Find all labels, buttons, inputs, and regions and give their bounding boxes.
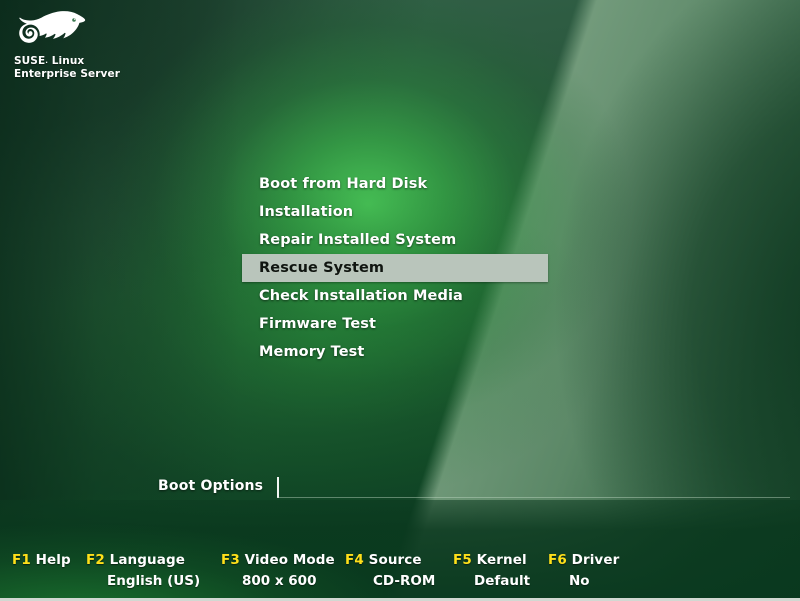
boot-options-text-cursor (277, 477, 279, 498)
fkey-f3-label: F3 (221, 552, 240, 568)
boot-options-label: Boot Options (158, 478, 264, 494)
fkey-f3-value: 800 x 600 (242, 573, 317, 589)
suse-logo: SUSE. Linux Enterprise Server (14, 8, 144, 80)
fkey-f2-label: F2 (86, 552, 105, 568)
menu-item-boot-from-hard-disk[interactable]: Boot from Hard Disk (242, 170, 548, 198)
fkey-f3-name: Video Mode (244, 552, 335, 568)
menu-item-firmware-test[interactable]: Firmware Test (242, 310, 548, 338)
fkey-f4-source[interactable]: F4 Source (345, 552, 422, 568)
fkey-f5-value: Default (474, 573, 531, 589)
logo-line-1b: Linux (48, 55, 85, 67)
fkey-f1-name: Help (35, 552, 71, 568)
fkey-f5-label: F5 (453, 552, 472, 568)
fkey-f6-value: No (569, 573, 590, 589)
boot-screen: SUSE. Linux Enterprise Server Boot from … (0, 0, 800, 601)
logo-line-2: Enterprise Server (14, 67, 120, 80)
menu-item-installation[interactable]: Installation (242, 198, 548, 226)
fkey-f1-label: F1 (12, 552, 31, 568)
fkey-f2-name: Language (109, 552, 185, 568)
menu-item-check-installation-media[interactable]: Check Installation Media (242, 282, 548, 310)
fkey-f2-value: English (US) (107, 573, 201, 589)
fkey-f5-kernel[interactable]: F5 Kernel (453, 552, 527, 568)
fkey-f4-label: F4 (345, 552, 364, 568)
fkey-f4-value: CD-ROM (373, 573, 436, 589)
boot-options-input-underline[interactable] (277, 497, 790, 498)
fkey-f4-name: Source (368, 552, 422, 568)
function-key-bar: F1 Help F2 Language English (US) F3 Vide… (0, 550, 800, 598)
suse-chameleon-logo-icon (19, 11, 86, 43)
fkey-f5-name: Kernel (476, 552, 527, 568)
fkey-f6-label: F6 (548, 552, 567, 568)
fkey-f6-driver[interactable]: F6 Driver (548, 552, 619, 568)
menu-item-repair-installed-system[interactable]: Repair Installed System (242, 226, 548, 254)
logo-line-1: SUSE (14, 55, 46, 67)
boot-options-row[interactable]: Boot Options (0, 476, 800, 502)
fkey-f3-video-mode[interactable]: F3 Video Mode (221, 552, 335, 568)
menu-item-memory-test[interactable]: Memory Test (242, 338, 548, 366)
boot-menu[interactable]: Boot from Hard Disk Installation Repair … (242, 170, 548, 366)
menu-item-rescue-system[interactable]: Rescue System (242, 254, 548, 282)
suse-logo-text: SUSE. Linux Enterprise Server (14, 55, 144, 80)
fkey-f2-language[interactable]: F2 Language (86, 552, 185, 568)
fkey-f6-name: Driver (571, 552, 620, 568)
fkey-f1-help[interactable]: F1 Help (12, 552, 71, 568)
